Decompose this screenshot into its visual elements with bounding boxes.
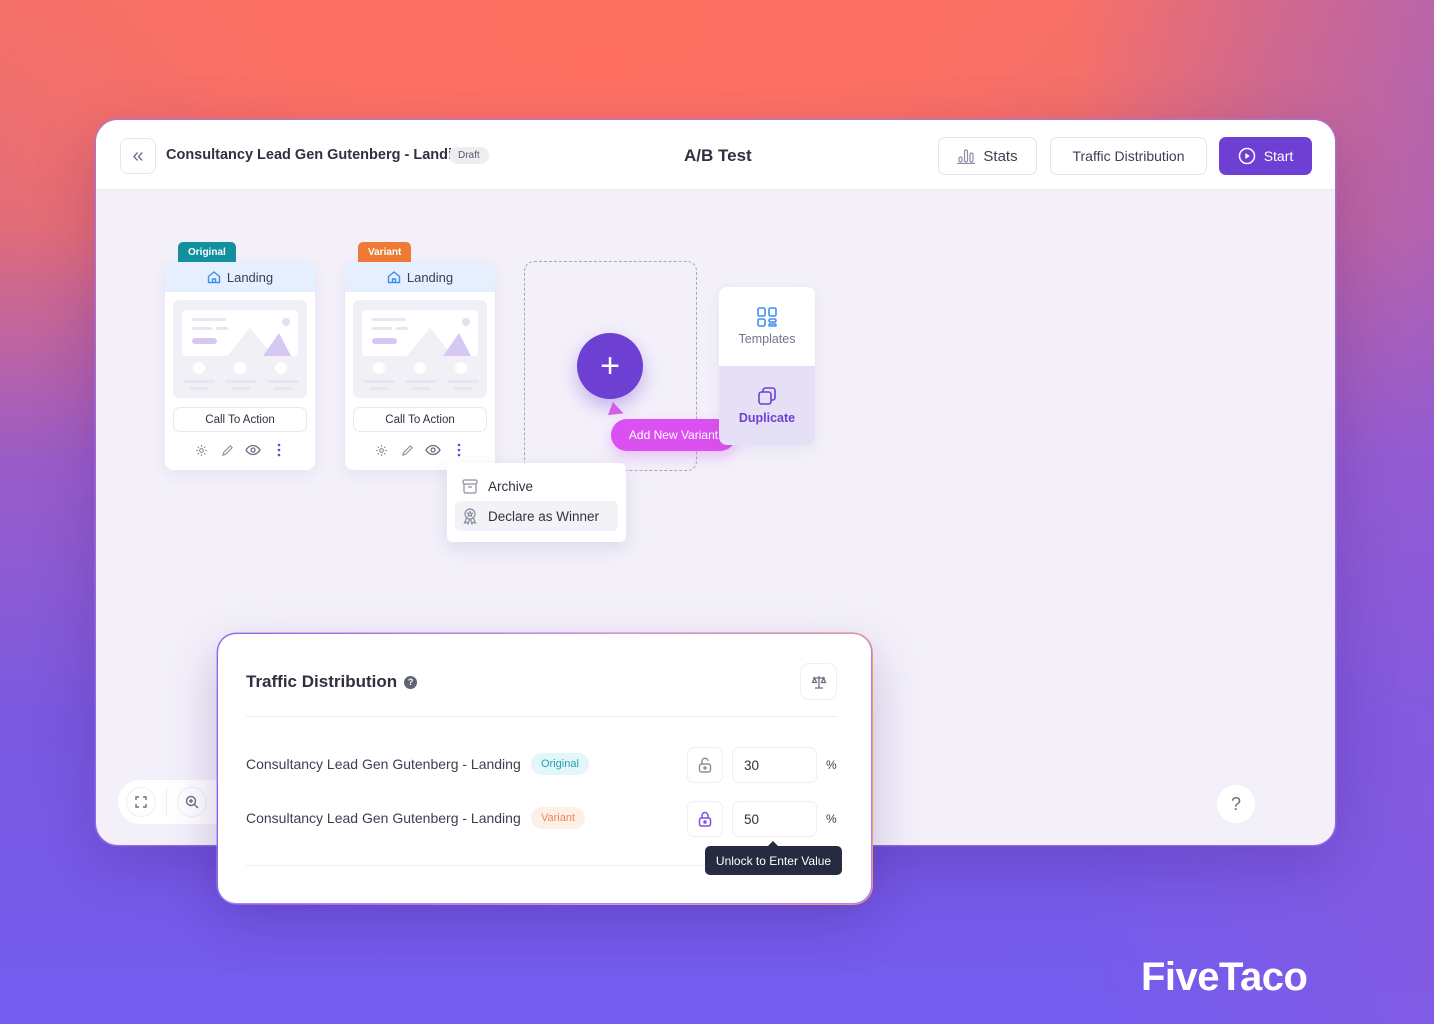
collapse-back-button[interactable]: « [120,138,156,174]
stats-button[interactable]: Stats [938,137,1037,175]
expand-icon [135,796,147,808]
menu-item-label: Declare as Winner [488,508,600,524]
new-variant-options: Templates Duplicate [719,287,815,445]
menu-item-label: Archive [488,478,534,494]
add-new-variant-label[interactable]: Add New Variant [611,419,736,451]
menu-item-declare-winner[interactable]: Declare as Winner [455,501,618,531]
variant-badge: Variant [531,807,586,829]
duplicate-option[interactable]: Duplicate [719,366,815,445]
scale-icon [810,675,827,689]
card-header: Landing [345,262,495,292]
info-icon[interactable]: ? [404,675,418,689]
fit-screen-button[interactable] [126,787,156,817]
call-to-action-button[interactable]: Call To Action [173,407,307,432]
templates-label: Templates [738,332,796,346]
page-name: Consultancy Lead Gen Gutenberg - Landing [166,147,470,163]
stats-label: Stats [983,147,1018,165]
zoom-in-button[interactable] [177,787,207,817]
original-tag: Original [178,242,236,262]
balance-traffic-button[interactable] [800,663,837,700]
archive-icon [462,478,478,494]
duplicate-label: Duplicate [738,411,796,425]
bar-chart-icon [957,149,976,164]
more-vertical-icon[interactable] [271,442,287,458]
lock-icon [698,811,712,827]
card-actions [165,442,315,458]
page-preview-thumbnail[interactable] [173,300,307,398]
brand-logo: FiveTaco [1141,955,1308,999]
gear-icon[interactable] [373,442,389,458]
pencil-icon[interactable] [219,442,235,458]
traffic-distribution-panel: Traffic Distribution ? Consultancy Lead … [218,634,871,903]
percent-sign: % [826,812,837,826]
plus-icon: + [600,346,620,385]
templates-option[interactable]: Templates [719,287,815,366]
card-header-label: Landing [406,269,454,285]
variant-card[interactable]: Variant Landing Call To Action [345,242,495,470]
variant-name: Consultancy Lead Gen Gutenberg - Landing [246,810,521,826]
traffic-row: Consultancy Lead Gen Gutenberg - Landing… [246,747,837,783]
home-icon [207,271,221,284]
gear-icon[interactable] [193,442,209,458]
card-context-menu: Archive Declare as Winner [447,463,626,542]
play-circle-icon [1238,147,1255,165]
top-bar: « Consultancy Lead Gen Gutenberg - Landi… [96,120,1335,190]
help-button[interactable]: ? [1217,785,1255,823]
panel-title: Traffic Distribution ? [246,672,418,692]
copy-icon [758,387,776,405]
card-header-label: Landing [226,269,274,285]
card-header: Landing [165,262,315,292]
eye-icon[interactable] [245,442,261,458]
call-to-action-button[interactable]: Call To Action [353,407,487,432]
grid-icon [757,307,777,327]
start-label: Start [1263,148,1294,164]
traffic-row: Consultancy Lead Gen Gutenberg - Landing… [246,801,837,837]
home-icon [387,271,401,284]
card-actions [345,442,495,458]
lock-toggle[interactable] [687,747,723,783]
original-badge: Original [531,753,589,775]
page-title: A/B Test [684,146,752,165]
divider [166,789,167,815]
panel-title-label: Traffic Distribution [246,672,398,691]
award-icon [463,507,477,525]
more-vertical-icon[interactable] [451,442,467,458]
double-chevron-left-icon: « [132,144,144,167]
variant-tag: Variant [358,242,412,262]
lock-toggle[interactable] [687,801,723,837]
unlock-tooltip: Unlock to Enter Value [705,841,842,875]
menu-item-archive[interactable]: Archive [455,471,618,501]
unlock-icon [698,757,712,773]
zoom-in-icon [185,795,199,809]
eye-icon[interactable] [425,442,441,458]
traffic-distribution-button[interactable]: Traffic Distribution [1050,137,1207,175]
variant-name: Consultancy Lead Gen Gutenberg - Landing [246,756,521,772]
start-button[interactable]: Start [1219,137,1312,175]
traffic-percent-input[interactable] [732,801,817,837]
divider [246,716,837,717]
pencil-icon[interactable] [399,442,415,458]
traffic-percent-input[interactable] [732,747,817,783]
page-preview-thumbnail[interactable] [353,300,487,398]
percent-sign: % [826,758,837,772]
status-badge: Draft [449,147,489,164]
add-variant-button[interactable]: + [577,333,643,399]
original-variant-card[interactable]: Original Landing Call To Action [165,242,315,470]
